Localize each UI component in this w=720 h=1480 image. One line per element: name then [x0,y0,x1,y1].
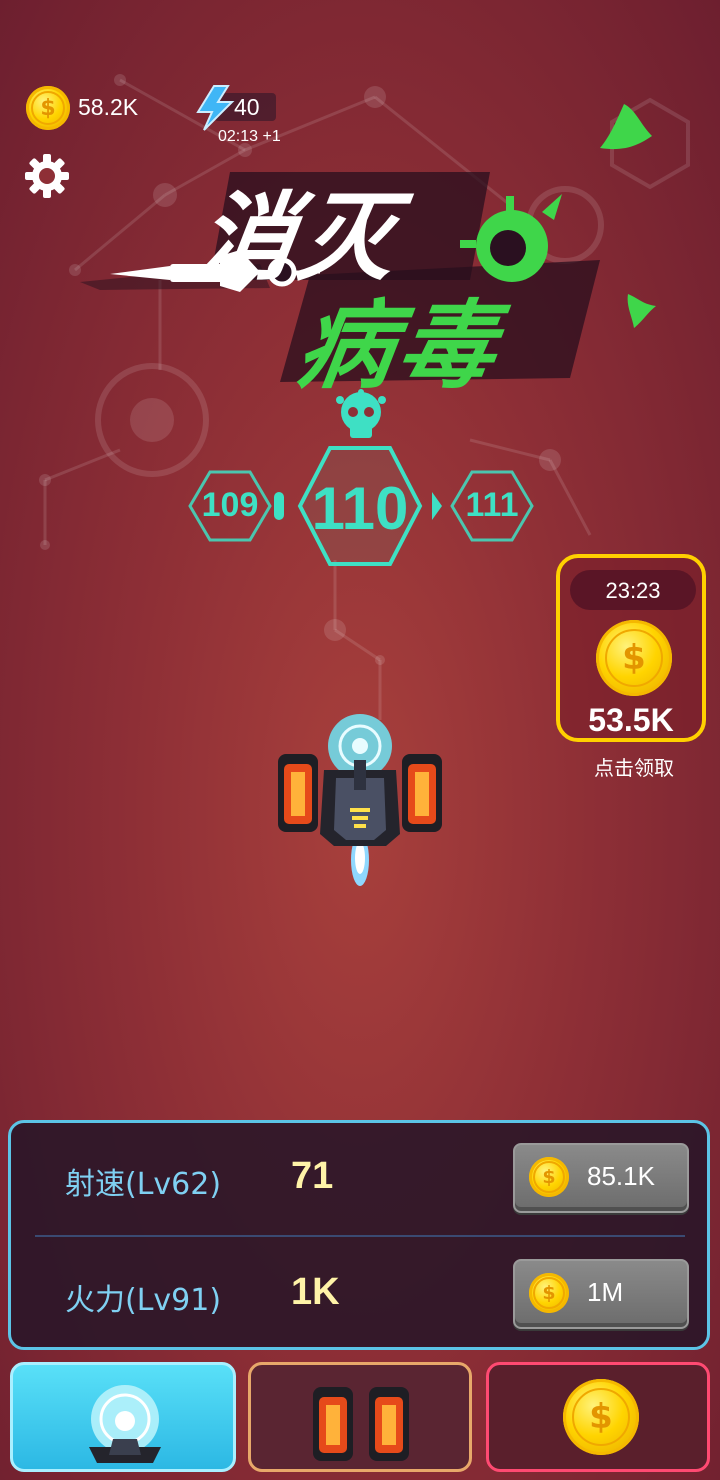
tab-side-weapons[interactable] [248,1362,472,1472]
firepower-cost: 1M [587,1277,624,1307]
level-next[interactable]: 111 [452,486,532,525]
coin-balance: 58.2K [78,94,139,120]
virus-blob-icon [600,104,652,150]
fire-rate-upgrade-button[interactable]: $ 85.1K [513,1143,689,1213]
tab-coin-shop[interactable]: $ [486,1362,710,1472]
fire-rate-label: 射速(Lv62) [65,1167,222,1202]
firepower-label: 火力(Lv91) [65,1283,222,1318]
skull-icon [336,389,386,438]
coin-icon: $ [26,86,70,130]
firepower-upgrade-button[interactable]: $ 1M [513,1259,689,1329]
reward-box[interactable]: 23:23 $ 53.5K [556,554,706,742]
cannon-icon [89,1385,161,1463]
coin-icon: $ [596,620,672,696]
coin-icon: $ [529,1273,569,1313]
game-logo: 消灭 病毒 [70,160,630,402]
reward-amount: 53.5K [588,702,674,738]
virus-blob-small-icon [627,294,656,328]
energy-timer: 02:13 +1 [218,128,281,145]
energy-count: 40 [234,94,260,120]
reward-claim-label[interactable]: 点击领取 [556,752,712,781]
virus-logo-icon [460,194,562,282]
panel-divider [35,1235,685,1237]
side-cannons-icon [313,1387,409,1461]
level-prev[interactable]: 109 [190,486,270,525]
coin-icon: $ [563,1379,639,1455]
level-current: 110 [311,475,409,542]
reward-timer: 23:23 [605,578,661,603]
firepower-value: 1K [291,1271,340,1313]
coin-icon: $ [529,1157,569,1197]
tab-main-weapon[interactable] [10,1362,236,1472]
upgrade-panel: 射速(Lv62) 71 $ 85.1K 火力(Lv91) 1K $ 1M [8,1120,710,1350]
player-ship[interactable] [274,708,446,898]
fire-rate-cost: 85.1K [587,1161,655,1191]
fire-rate-value: 71 [291,1155,334,1197]
gear-icon[interactable] [24,153,70,199]
